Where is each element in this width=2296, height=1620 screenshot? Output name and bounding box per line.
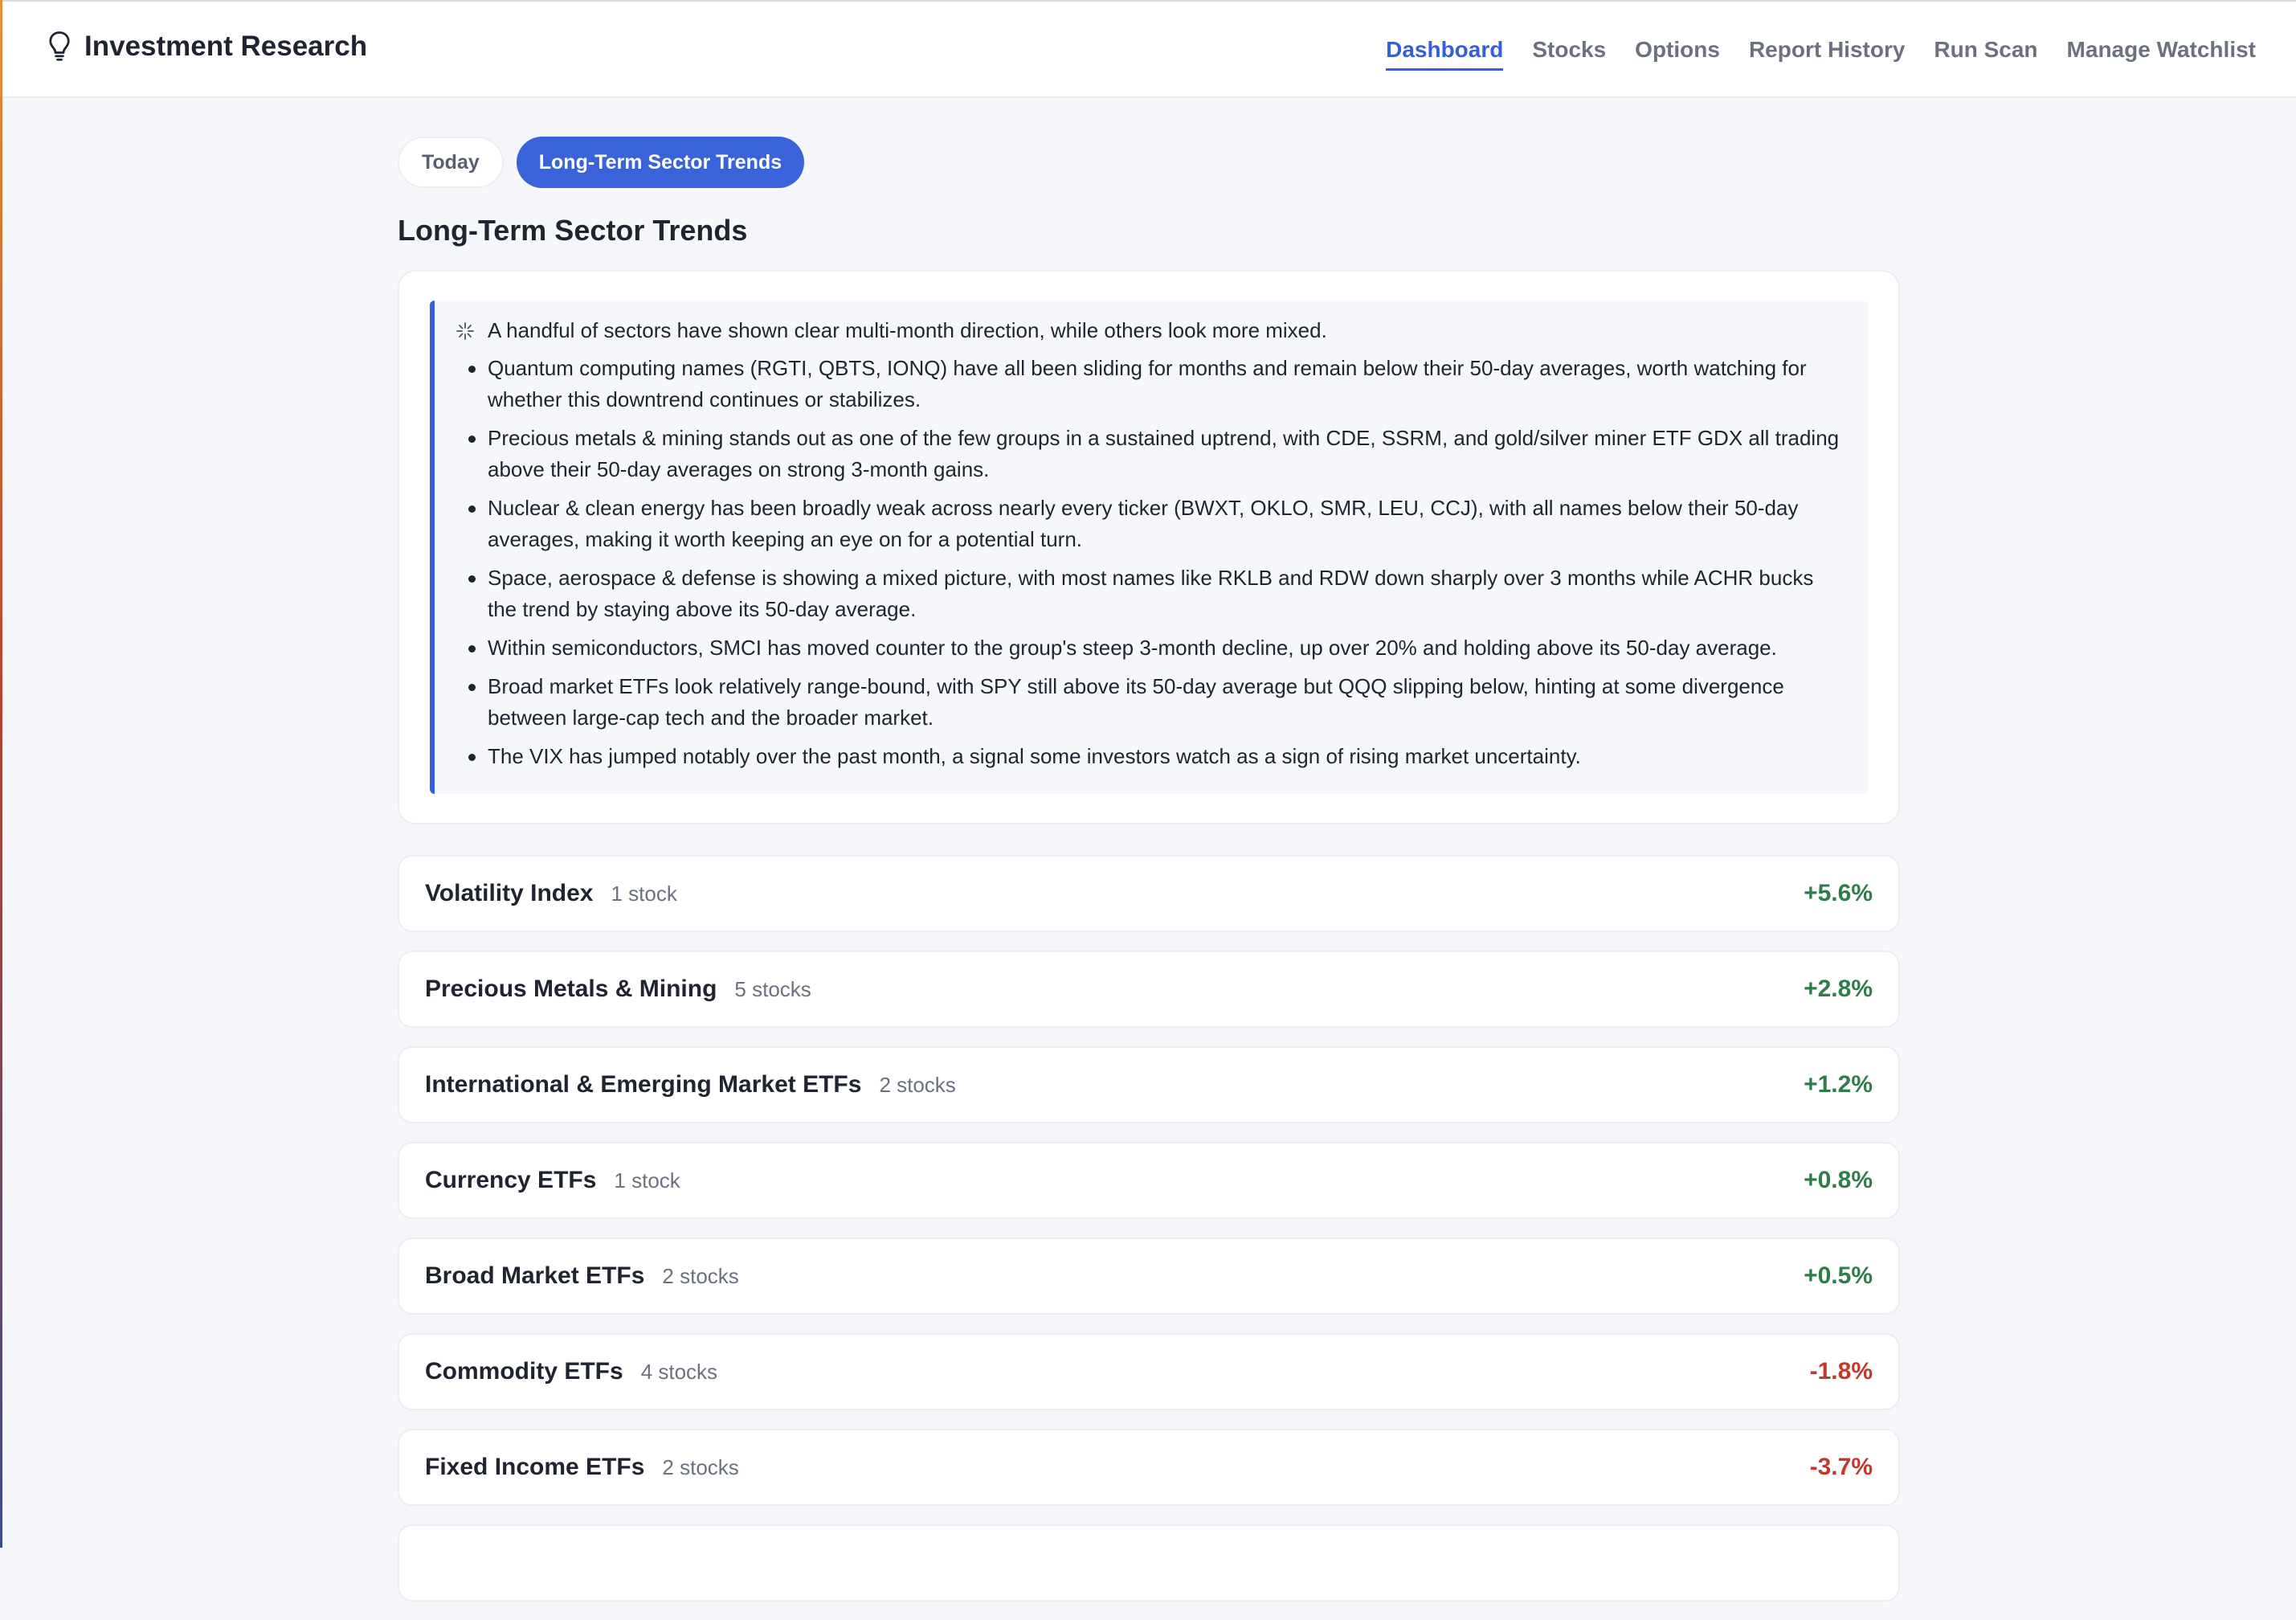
sector-row-currency-etfs[interactable]: Currency ETFs 1 stock +0.8% [398,1142,1900,1219]
sector-name: Broad Market ETFs [425,1262,645,1289]
summary-callout: A handful of sectors have shown clear mu… [430,301,1868,794]
sector-name: International & Emerging Market ETFs [425,1071,862,1098]
lightbulb-icon [49,31,70,61]
view-tabs: Today Long-Term Sector Trends [398,137,1900,188]
summary-bullets: Quantum computing names (RGTI, QBTS, ION… [456,353,1844,772]
sector-row-broad-market-etfs[interactable]: Broad Market ETFs 2 stocks +0.5% [398,1238,1900,1315]
sector-stock-count: 1 stock [614,1168,680,1192]
sector-list: Volatility Index 1 stock +5.6% Precious … [398,855,1900,1602]
sector-row-international-emerging-etfs[interactable]: International & Emerging Market ETFs 2 s… [398,1046,1900,1123]
sector-stock-count: 2 stocks [662,1454,739,1479]
summary-bullet: Within semiconductors, SMCI has moved co… [468,632,1844,664]
nav-options[interactable]: Options [1635,37,1720,71]
summary-bullet: Broad market ETFs look relatively range-… [468,671,1844,734]
sector-change: +0.8% [1804,1167,1873,1193]
sector-stock-count: 2 stocks [879,1072,956,1097]
summary-bullet: Precious metals & mining stands out as o… [468,423,1844,485]
sector-row-volatility-index[interactable]: Volatility Index 1 stock +5.6% [398,855,1900,932]
nav-manage-watchlist[interactable]: Manage Watchlist [2067,37,2256,71]
summary-intro: A handful of sectors have shown clear mu… [456,318,1844,343]
summary-intro-text: A handful of sectors have shown clear mu… [488,318,1327,342]
sector-row-partial[interactable] [398,1524,1900,1602]
sector-name: Commodity ETFs [425,1358,623,1385]
sector-row-commodity-etfs[interactable]: Commodity ETFs 4 stocks -1.8% [398,1333,1900,1410]
nav-run-scan[interactable]: Run Scan [1934,37,2037,71]
sector-change: +1.2% [1804,1071,1873,1098]
summary-bullet: Space, aerospace & defense is showing a … [468,562,1844,625]
main-content: Today Long-Term Sector Trends Long-Term … [398,137,1900,1620]
summary-bullet: The VIX has jumped notably over the past… [468,741,1844,772]
sector-change: -1.8% [1809,1358,1873,1385]
sector-name: Precious Metals & Mining [425,976,717,1002]
nav-stocks[interactable]: Stocks [1532,37,1606,71]
sector-change: +0.5% [1804,1262,1873,1289]
sector-change: -3.7% [1809,1454,1873,1480]
summary-card: A handful of sectors have shown clear mu… [398,270,1900,824]
nav-dashboard[interactable]: Dashboard [1386,37,1504,71]
app-title: Investment Research [84,31,368,62]
sector-name: Volatility Index [425,880,594,906]
summary-bullet: Nuclear & clean energy has been broadly … [468,493,1844,555]
sector-stock-count: 5 stocks [734,976,811,1001]
sector-change: +2.8% [1804,976,1873,1002]
window-edge [0,0,2,1548]
page-title: Long-Term Sector Trends [398,214,748,247]
top-header: Investment Research Dashboard Stocks Opt… [2,0,2296,98]
nav-report-history[interactable]: Report History [1749,37,1905,71]
sector-stock-count: 4 stocks [640,1359,718,1384]
sector-stock-count: 1 stock [611,881,677,906]
brand[interactable]: Investment Research [47,31,367,63]
summary-bullet: Quantum computing names (RGTI, QBTS, ION… [468,353,1844,415]
sector-stock-count: 2 stocks [662,1263,739,1288]
sector-name: Fixed Income ETFs [425,1454,645,1480]
tab-long-term-sector-trends[interactable]: Long-Term Sector Trends [516,137,805,188]
sector-change: +5.6% [1804,880,1873,906]
sector-row-fixed-income-etfs[interactable]: Fixed Income ETFs 2 stocks -3.7% [398,1429,1900,1506]
tab-today[interactable]: Today [398,137,504,188]
main-nav: Dashboard Stocks Options Report History … [1357,37,2256,71]
sparkle-icon [456,321,474,340]
sector-row-precious-metals-mining[interactable]: Precious Metals & Mining 5 stocks +2.8% [398,951,1900,1028]
sector-name: Currency ETFs [425,1167,597,1193]
